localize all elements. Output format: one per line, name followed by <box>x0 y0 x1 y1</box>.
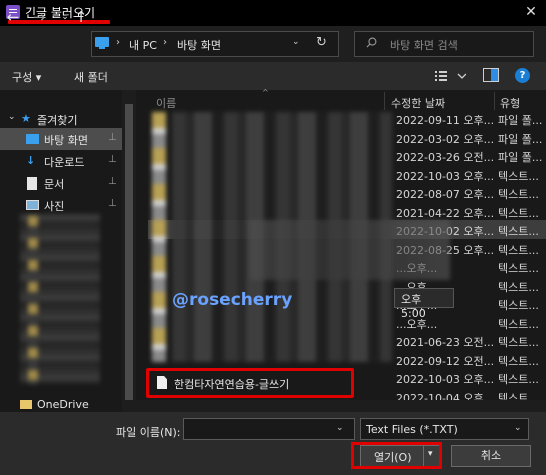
cancel-button[interactable]: 취소 <box>451 445 531 467</box>
refresh-button[interactable]: ↻ <box>316 35 327 50</box>
expand-chevron-icon[interactable]: ⌄ <box>8 112 16 122</box>
pictures-icon <box>26 200 39 210</box>
pin-icon[interactable]: ⊥ <box>108 132 117 143</box>
file-highlight-box <box>146 368 354 398</box>
row-date: 2022-09-12 오전... <box>396 354 495 368</box>
row-type: 텍스트... <box>498 169 539 183</box>
row-type: 텍스트... <box>498 317 539 331</box>
pin-icon[interactable]: ⊥ <box>108 154 117 165</box>
sidebar-item-downloads[interactable]: ↓ 다운로드 ⊥ <box>0 150 122 172</box>
star-icon: ★ <box>21 112 31 125</box>
row-date: 2022-03-02 오후... <box>396 132 495 146</box>
sidebar-item-desktop[interactable]: 바탕 화면 ⊥ <box>0 128 122 150</box>
row-date: 2021-04-22 오후... <box>396 206 495 220</box>
preview-pane-icon[interactable] <box>483 68 499 82</box>
up-button[interactable]: ↑ <box>72 8 90 26</box>
document-icon <box>27 177 37 190</box>
tooltip: 오후 5:00 <box>394 288 454 320</box>
filename-input[interactable] <box>183 418 355 440</box>
breadcrumb-desktop[interactable]: 바탕 화면 <box>177 37 221 53</box>
close-button[interactable]: ✕ <box>520 2 542 22</box>
sidebar-item-pictures[interactable]: 사진 ⊥ <box>0 194 122 216</box>
organize-button[interactable]: 구성 ▾ <box>12 69 41 85</box>
download-icon: ↓ <box>26 154 36 167</box>
forward-button[interactable]: → <box>30 8 48 26</box>
file-type-value: Text Files (*.TXT) <box>366 423 458 436</box>
row-date: 2022-09-11 오후... <box>396 114 495 127</box>
list-horizontal-scrollbar[interactable] <box>136 400 546 412</box>
column-divider[interactable] <box>494 92 495 110</box>
row-date: 2022-08-07 오후... <box>396 188 495 201</box>
blurred-folder-icons <box>28 216 38 384</box>
breadcrumb-separator[interactable]: › <box>163 37 167 48</box>
row-type: 파일 폴... <box>498 151 543 164</box>
sort-arrow-icon: ^ <box>262 88 269 97</box>
blurred-overlay <box>250 220 450 280</box>
back-button[interactable]: ← <box>4 8 22 26</box>
row-type: 파일 폴... <box>498 114 543 127</box>
sidebar-item-label: 사진 <box>44 200 65 213</box>
breadcrumb-pc[interactable]: 내 PC <box>129 37 157 53</box>
row-type: 파일 폴... <box>498 132 543 146</box>
file-type-dropdown-icon[interactable]: ⌄ <box>514 423 522 433</box>
sidebar-item-label: OneDrive <box>37 398 89 411</box>
row-date: 2021-06-23 오전... <box>396 336 495 349</box>
new-folder-button[interactable]: 새 폴더 <box>74 69 108 85</box>
row-type: 텍스트... <box>498 299 539 312</box>
row-type: 텍스트... <box>498 336 539 349</box>
row-type: 텍스트... <box>498 243 539 257</box>
row-type: 텍스트... <box>498 280 539 294</box>
filename-dropdown-icon[interactable]: ⌄ <box>336 423 344 433</box>
row-date: 2022-10-03 오후... <box>396 373 495 386</box>
search-icon <box>366 37 377 48</box>
sidebar-scrollbar-thumb[interactable] <box>125 104 133 400</box>
folder-icon <box>20 400 32 409</box>
sidebar-item-label: 바탕 화면 <box>44 134 88 147</box>
row-type: 텍스트... <box>498 262 539 275</box>
pin-icon[interactable]: ⊥ <box>108 198 117 209</box>
filename-label: 파일 이름(N): <box>116 426 181 439</box>
row-type: 텍스트... <box>498 206 539 220</box>
column-divider[interactable] <box>384 92 385 110</box>
open-highlight-box <box>351 442 442 469</box>
sidebar-item-label: 즐겨찾기 <box>37 114 78 127</box>
row-type: 텍스트... <box>498 225 539 238</box>
address-dropdown-icon[interactable]: ⌄ <box>292 37 300 47</box>
pin-icon[interactable]: ⊥ <box>108 176 117 187</box>
blurred-file-icons <box>152 112 166 362</box>
row-type: 텍스트... <box>498 354 539 368</box>
sidebar-item-label: 다운로드 <box>44 156 85 169</box>
desktop-icon <box>26 134 39 144</box>
row-date: 2022-10-03 오후... <box>396 169 495 183</box>
row-type: 텍스트... <box>498 188 539 201</box>
sidebar-item-documents[interactable]: 문서 ⊥ <box>0 172 122 194</box>
row-type: 텍스트... <box>498 373 539 386</box>
breadcrumb-separator[interactable]: › <box>116 37 120 48</box>
pc-icon <box>95 37 109 49</box>
row-date: 2022-03-26 오전... <box>396 151 495 164</box>
watermark-text: @rosecherry <box>172 290 293 310</box>
help-icon[interactable]: ? <box>515 68 530 83</box>
sidebar-item-quick-access[interactable]: ⌄ ★ 즐겨찾기 <box>0 108 122 130</box>
sidebar-item-label: 문서 <box>44 178 65 191</box>
search-placeholder: 바탕 화면 검색 <box>390 39 458 52</box>
view-options-icon[interactable] <box>434 68 466 84</box>
